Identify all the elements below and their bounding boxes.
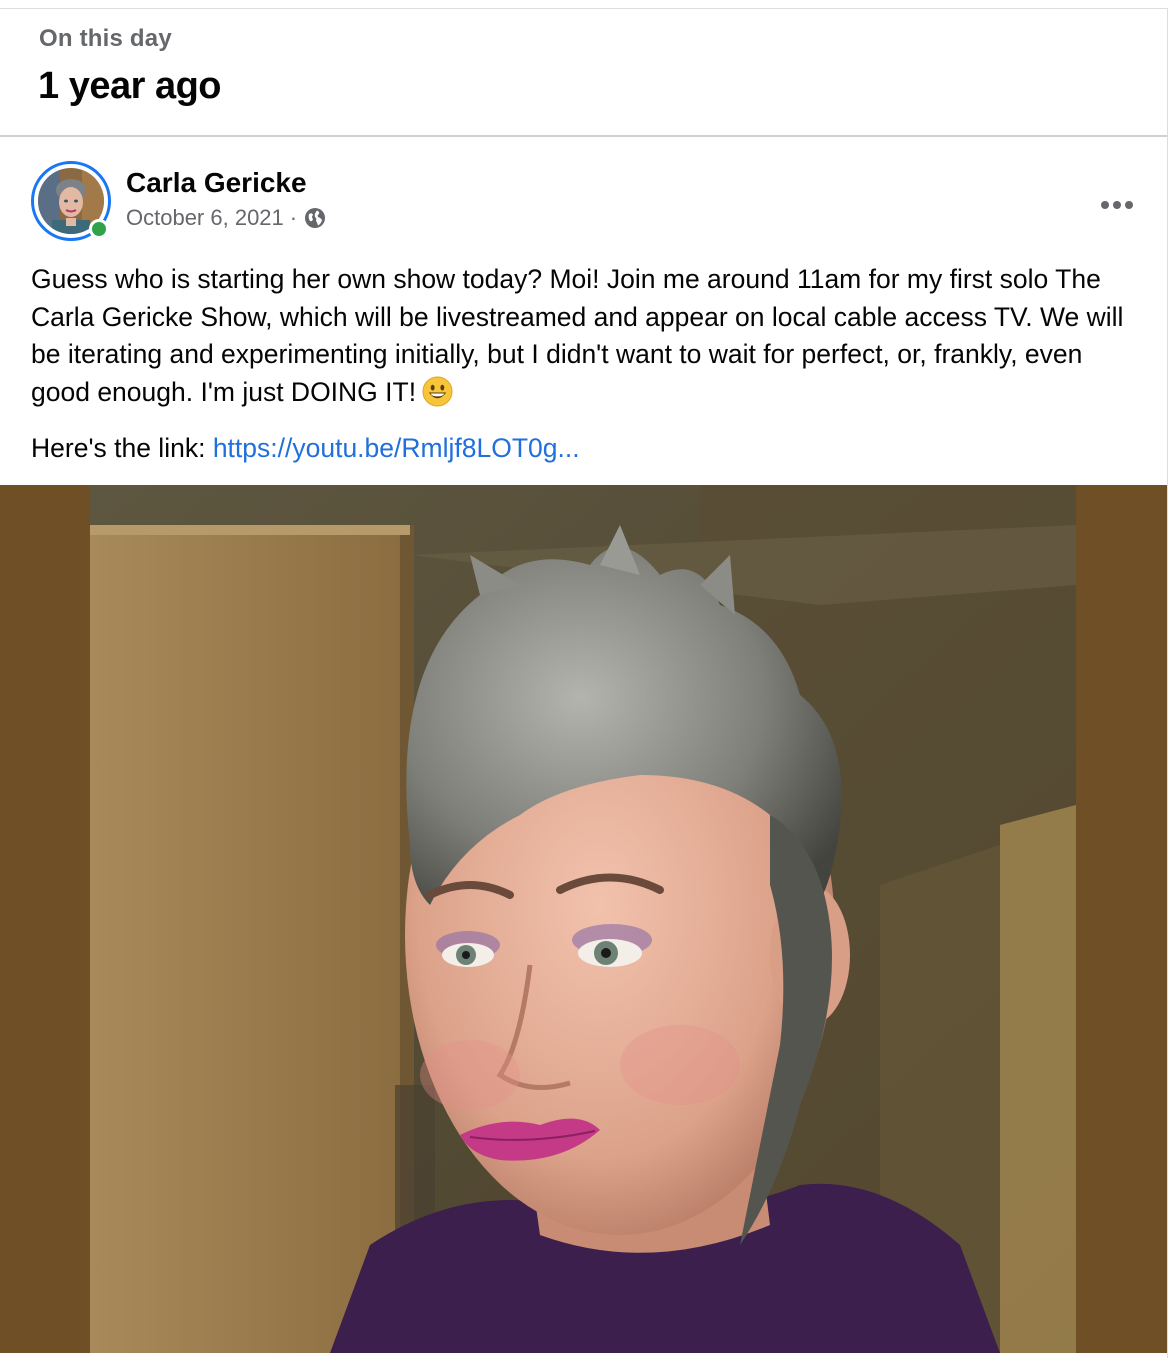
- more-options-button[interactable]: [1097, 185, 1137, 225]
- memory-header: On this day 1 year ago: [0, 9, 1167, 137]
- post-header: Carla Gericke October 6, 2021 ·: [0, 137, 1167, 247]
- memory-title: 1 year ago: [38, 65, 222, 107]
- post-date[interactable]: October 6, 2021: [126, 205, 284, 231]
- post-body: Guess who is starting her own show today…: [31, 261, 1141, 411]
- globe-icon: [303, 206, 327, 230]
- selfie-photo: [0, 485, 1167, 1353]
- link-prefix: Here's the link:: [31, 433, 206, 463]
- post-text: Guess who is starting her own show today…: [31, 264, 1124, 407]
- more-options-icon: [1101, 201, 1133, 209]
- memory-kicker: On this day: [39, 25, 172, 52]
- author-name[interactable]: Carla Gericke: [126, 167, 307, 199]
- grinning-face-emoji-icon: [422, 375, 453, 407]
- avatar[interactable]: [31, 161, 111, 241]
- meta-separator: ·: [289, 205, 298, 230]
- link-line: Here's the link: https://youtu.be/Rmljf8…: [31, 433, 580, 464]
- memory-card: On this day 1 year ago Carla Gericke Oct…: [0, 8, 1168, 1358]
- post-link[interactable]: https://youtu.be/Rmljf8LOT0g...: [213, 433, 580, 463]
- post-photo[interactable]: [0, 485, 1167, 1353]
- online-status-dot: [89, 219, 109, 239]
- post-meta: October 6, 2021 ·: [126, 205, 327, 231]
